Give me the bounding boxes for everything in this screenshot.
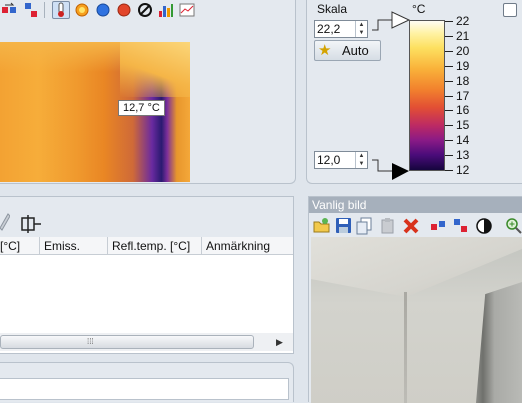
photo-ceiling-area bbox=[311, 237, 522, 297]
spin-down-icon[interactable]: ▼ bbox=[356, 160, 367, 168]
open-folder-icon[interactable] bbox=[313, 217, 331, 235]
scale-tick-label: 14 bbox=[456, 133, 470, 147]
contrast-icon[interactable] bbox=[475, 217, 493, 235]
column-header-remark[interactable]: Anmärkning bbox=[202, 237, 293, 255]
scale-tick-label: 13 bbox=[456, 148, 470, 162]
red-dot-icon[interactable] bbox=[115, 1, 133, 19]
photo-wall-corner bbox=[404, 292, 407, 403]
copy-icon[interactable] bbox=[356, 217, 374, 235]
graph-icon[interactable] bbox=[178, 1, 196, 19]
thermal-image-panel: 12,7 °C bbox=[0, 0, 296, 184]
column-insert-icon[interactable] bbox=[20, 215, 42, 233]
toolbar-separator bbox=[44, 2, 45, 18]
scale-max-value: 22,2 bbox=[317, 22, 341, 36]
flip-horizontal-icon[interactable] bbox=[430, 217, 448, 235]
histogram-icon[interactable] bbox=[157, 1, 175, 19]
spot-temperature-label[interactable]: 12,7 °C bbox=[118, 100, 165, 116]
table-toolbar bbox=[0, 197, 293, 237]
scale-tick bbox=[445, 96, 453, 97]
comment-panel bbox=[0, 362, 294, 402]
spin-down-icon[interactable]: ▼ bbox=[356, 29, 367, 37]
scale-tick bbox=[445, 155, 453, 156]
scale-tick bbox=[445, 110, 453, 111]
scale-tick bbox=[445, 21, 453, 22]
scale-tick-label: 15 bbox=[456, 118, 470, 132]
scale-min-spinner[interactable]: ▲ ▼ bbox=[355, 152, 367, 168]
scale-max-spinner[interactable]: ▲ ▼ bbox=[355, 21, 367, 37]
visual-image-panel: Vanlig bild bbox=[308, 196, 522, 403]
scrollbar-grip-icon: ⁞⁞⁞ bbox=[87, 337, 94, 346]
spin-up-icon[interactable]: ▲ bbox=[356, 21, 367, 29]
scale-title: Skala bbox=[317, 2, 348, 16]
scroll-right-icon[interactable]: ▶ bbox=[276, 336, 283, 348]
scale-tick bbox=[445, 140, 453, 141]
scale-tick bbox=[445, 51, 453, 52]
blue-dot-icon[interactable] bbox=[94, 1, 112, 19]
auto-button-label: Auto bbox=[342, 43, 369, 58]
table-horizontal-scrollbar[interactable]: ⁞⁞⁞ ▶ bbox=[0, 333, 293, 351]
color-scale-bar bbox=[409, 20, 445, 171]
scale-tick-label: 22 bbox=[456, 14, 470, 28]
scale-tick-label: 18 bbox=[456, 74, 470, 88]
scrollbar-thumb[interactable]: ⁞⁞⁞ bbox=[0, 335, 254, 349]
scale-tick bbox=[445, 125, 453, 126]
scale-min-marker[interactable] bbox=[368, 154, 412, 182]
photo-window-frame bbox=[476, 282, 522, 403]
scale-tick-label: 20 bbox=[456, 44, 470, 58]
zoom-in-icon[interactable] bbox=[505, 217, 522, 235]
measurement-table-panel: [°C] Emiss. Refl.temp. [°C] Anmärkning ⁞… bbox=[0, 196, 294, 354]
scale-tick bbox=[445, 170, 453, 171]
scale-checkbox[interactable] bbox=[503, 3, 517, 17]
scale-tick bbox=[445, 81, 453, 82]
scale-max-input[interactable]: 22,2 ▲ ▼ bbox=[314, 20, 368, 38]
scale-min-value: 12,0 bbox=[317, 153, 341, 167]
edit-icon[interactable] bbox=[0, 212, 10, 232]
flip-horizontal-icon[interactable] bbox=[0, 1, 18, 19]
visual-image-toolbar bbox=[311, 216, 522, 236]
thermometer-icon[interactable] bbox=[52, 1, 70, 19]
visual-image-title: Vanlig bild bbox=[309, 197, 522, 213]
scale-tick-label: 12 bbox=[456, 163, 470, 177]
flip-vertical-icon[interactable] bbox=[22, 1, 40, 19]
thermal-ceiling-area bbox=[120, 42, 190, 97]
table-header: [°C] Emiss. Refl.temp. [°C] Anmärkning bbox=[0, 237, 293, 255]
scale-tick-label: 16 bbox=[456, 103, 470, 117]
save-icon[interactable] bbox=[335, 217, 353, 235]
scale-tick-label: 21 bbox=[456, 29, 470, 43]
spin-up-icon[interactable]: ▲ bbox=[356, 152, 367, 160]
column-header-reflected-temp[interactable]: Refl.temp. [°C] bbox=[108, 237, 202, 255]
scale-max-marker[interactable] bbox=[368, 10, 412, 40]
thermal-toolbar bbox=[0, 0, 220, 22]
sun-palette-icon[interactable] bbox=[73, 1, 91, 19]
scale-tick-label: 17 bbox=[456, 89, 470, 103]
scale-tick-label: 19 bbox=[456, 59, 470, 73]
auto-button[interactable]: ★ Auto bbox=[314, 40, 381, 61]
delete-icon[interactable] bbox=[402, 217, 420, 235]
scale-tick bbox=[445, 36, 453, 37]
scale-unit: °C bbox=[412, 2, 426, 16]
flip-vertical-icon[interactable] bbox=[452, 217, 470, 235]
column-header-temp[interactable]: [°C] bbox=[0, 237, 40, 255]
scale-min-input[interactable]: 12,0 ▲ ▼ bbox=[314, 151, 368, 169]
star-icon: ★ bbox=[318, 42, 332, 59]
scale-tick bbox=[445, 66, 453, 67]
comment-input[interactable] bbox=[0, 378, 289, 400]
no-palette-icon[interactable] bbox=[136, 1, 154, 19]
column-header-emissivity[interactable]: Emiss. bbox=[40, 237, 108, 255]
paste-icon[interactable] bbox=[379, 217, 397, 235]
visual-photo[interactable] bbox=[311, 237, 522, 403]
